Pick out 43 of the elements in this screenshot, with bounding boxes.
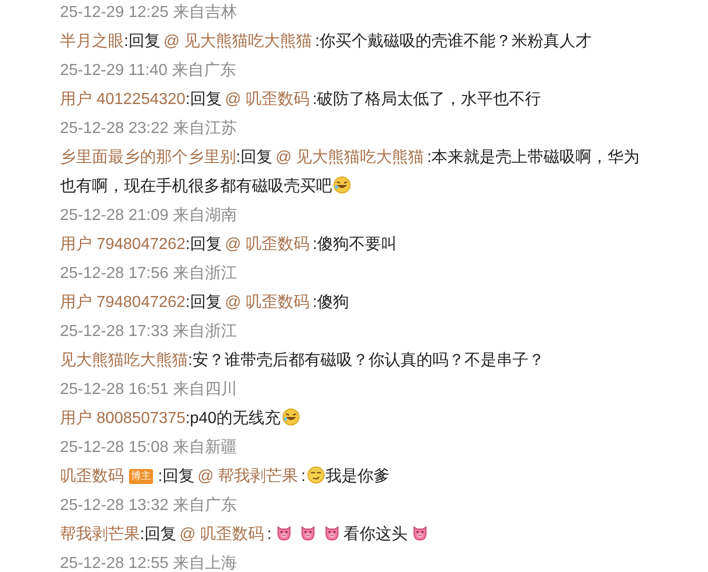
username-link[interactable]: 用户 4012254320 (60, 91, 186, 108)
comment-text: 用户 4012254320:回复 @ 叽歪数码 :破防了格局太低了，水平也不行 (60, 90, 542, 110)
smug-face-icon (306, 466, 325, 484)
mention-link[interactable]: @ 叽歪数码 (224, 236, 310, 253)
comment-text: 用户 8008507375:p40的无线充 (60, 404, 650, 433)
laughing-face-icon (282, 408, 300, 426)
comment-text: 见大熊猫吃大熊猫:安？谁带壳后都有磁吸？你认真的吗？不是串子？ (60, 350, 546, 371)
pig-face-icon (410, 524, 429, 542)
laughing-face-icon (333, 176, 351, 194)
comment-timestamp: 25-12-28 13:32 来自广东 (60, 497, 237, 514)
mention-link[interactable]: @ 叽歪数码 (224, 294, 310, 311)
username-link[interactable]: 半月之眼 (60, 33, 124, 50)
pig-face-icon (298, 524, 317, 542)
mention-link[interactable]: @ 见大熊猫吃大熊猫 (275, 149, 424, 166)
comment-timestamp: 25-12-28 12:55 来自上海 (60, 555, 237, 572)
comment-timestamp: 25-12-28 23:22 来自江苏 (60, 120, 237, 137)
mention-link[interactable]: @ 帮我剥芒果 (197, 468, 298, 485)
comment-timestamp: 25-12-28 15:08 来自新疆 (60, 439, 237, 456)
comment-text: 叽歪数码 博主 :回复 @ 帮我剥芒果 : 我是你爹 (60, 465, 391, 487)
comment-timestamp: 25-12-28 17:56 来自浙江 (60, 265, 237, 282)
mention-link[interactable]: @ 叽歪数码 (224, 91, 310, 108)
mention-link[interactable]: @ 见大熊猫吃大熊猫 (163, 33, 312, 50)
comment-text: 帮我剥芒果:回复 @ 叽歪数码 : 看你这头 (60, 520, 650, 549)
author-badge: 博主 (129, 469, 153, 484)
mention-link[interactable]: @ 叽歪数码 (179, 526, 264, 543)
pig-face-icon (274, 524, 293, 542)
username-link[interactable]: 用户 8008507375 (60, 410, 186, 427)
comment-text: 半月之眼:回复 @ 见大熊猫吃大熊猫 :你买个戴磁吸的壳谁不能？米粉真人才 (60, 32, 593, 52)
comment-timestamp: 25-12-29 11:40 来自广东 (60, 62, 236, 79)
comment-timestamp: 25-12-28 21:09 来自湖南 (60, 207, 237, 224)
username-link[interactable]: 叽歪数码 (60, 468, 124, 485)
comment-text: 乡里面最乡的那个乡里别:回复 @ 见大熊猫吃大熊猫 :本来就是壳上带磁吸啊，华为也有啊，现在手机很多都有磁吸壳买吧 (60, 148, 641, 197)
username-link[interactable]: 用户 7948047262 (60, 294, 186, 311)
comment-timestamp: 25-12-28 16:51 来自四川 (60, 381, 237, 398)
username-link[interactable]: 帮我剥芒果 (60, 526, 140, 543)
comment-timestamp: 25-12-29 12:25 来自吉林 (60, 4, 237, 21)
pig-face-icon (322, 524, 341, 542)
username-link[interactable]: 见大熊猫吃大熊猫 (60, 352, 188, 369)
comment-text: 用户 7948047262:回复 @ 叽歪数码 :傻狗 (60, 292, 350, 313)
comment-text: 用户 7948047262:回复 @ 叽歪数码 :傻狗不要叫 (60, 234, 398, 255)
comment-timestamp: 25-12-28 17:33 来自浙江 (60, 323, 237, 340)
username-link[interactable]: 乡里面最乡的那个乡里别 (60, 149, 236, 166)
username-link[interactable]: 用户 7948047262 (60, 236, 186, 253)
